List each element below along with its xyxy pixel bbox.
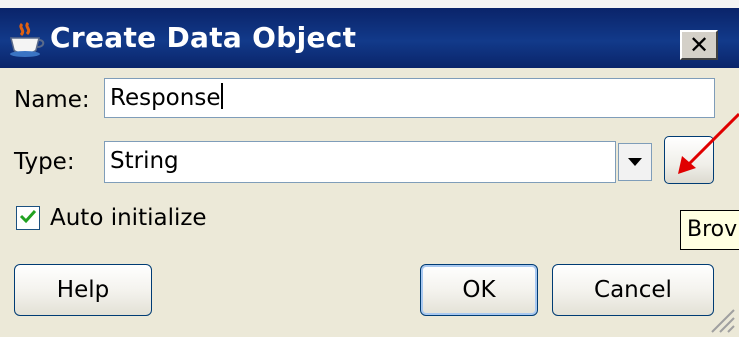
type-dropdown-button[interactable] <box>618 143 652 181</box>
java-cup-icon <box>6 21 46 58</box>
name-field[interactable]: Response <box>104 78 715 118</box>
browse-tooltip: Brov <box>680 210 739 250</box>
close-button[interactable]: ✕ <box>680 30 718 60</box>
resize-grip-icon[interactable] <box>704 302 736 334</box>
type-field[interactable]: String <box>104 141 616 183</box>
close-icon: ✕ <box>688 31 710 59</box>
auto-initialize-checkbox[interactable] <box>16 206 40 230</box>
dialog-title: Create Data Object <box>50 21 357 54</box>
ok-button-label: OK <box>462 277 496 303</box>
ok-button[interactable]: OK <box>420 264 538 316</box>
type-label: Type: <box>14 149 75 175</box>
type-value: String <box>110 148 179 174</box>
help-button[interactable]: Help <box>14 264 152 316</box>
help-button-label: Help <box>56 277 110 303</box>
auto-initialize-label[interactable]: Auto initialize <box>50 204 207 232</box>
text-caret <box>221 83 224 109</box>
name-value: Response <box>110 85 221 111</box>
name-label: Name: <box>14 87 90 113</box>
title-bar[interactable]: Create Data Object ✕ <box>0 8 739 68</box>
check-icon <box>19 208 37 228</box>
cancel-button[interactable]: Cancel <box>552 264 714 316</box>
red-arrow-annotation <box>678 112 739 174</box>
cancel-button-label: Cancel <box>594 277 672 303</box>
create-data-object-dialog: Create Data Object ✕ Name: Response Type… <box>0 0 739 337</box>
top-strip <box>0 0 739 8</box>
chevron-down-icon <box>627 153 643 172</box>
